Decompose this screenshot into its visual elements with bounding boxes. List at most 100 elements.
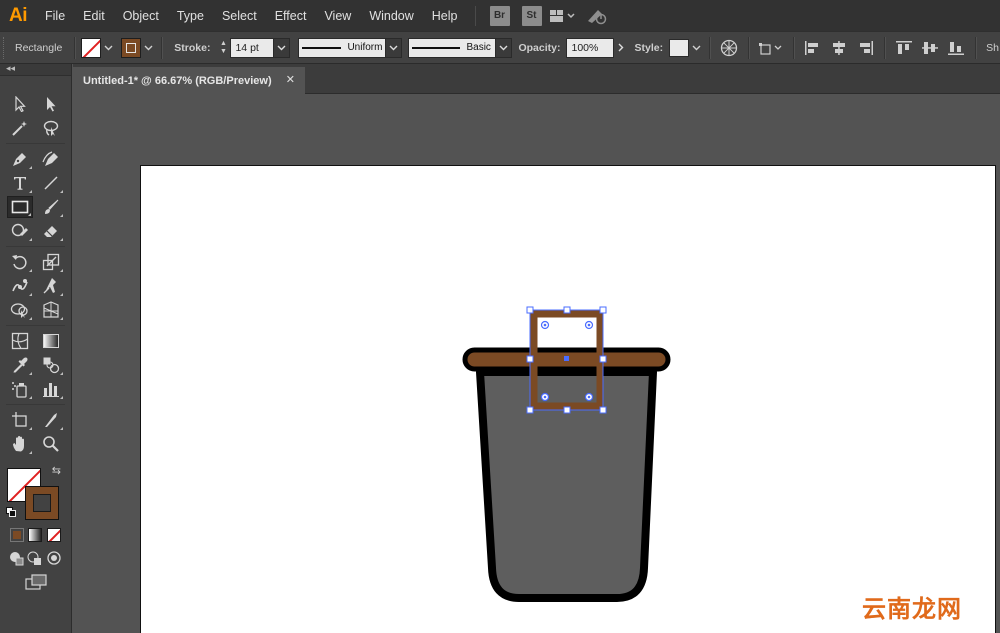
zoom-tool-icon[interactable] [38,433,64,455]
document-tab[interactable]: Untitled-1* @ 66.67% (RGB/Preview) ✕ [73,67,305,94]
slice-tool-icon[interactable] [38,409,64,431]
free-transform-tool-icon[interactable] [38,275,64,297]
style-label: Style: [634,41,664,54]
stock-button[interactable]: St [521,5,542,26]
stroke-weight-field[interactable]: 14 pt [230,37,275,58]
stroke-swatch[interactable] [121,37,142,58]
control-bar: Rectangle Stroke: ▲ ▼ 14 pt Uniform Basic… [0,31,1000,64]
fill-swatch[interactable] [81,37,102,58]
separator [793,36,795,59]
align-bottom-icon[interactable] [945,37,967,59]
shaper-tool-icon[interactable] [7,220,33,242]
selection-tool-icon[interactable] [7,93,33,115]
column-graph-tool-icon[interactable] [38,378,64,400]
screen-mode-icon[interactable] [24,574,48,590]
type-tool-icon[interactable] [7,172,33,194]
swap-fill-stroke-icon[interactable]: ⇆ [52,464,61,477]
align-top-icon[interactable] [893,37,915,59]
menu-help[interactable]: Help [423,0,467,31]
menu-view[interactable]: View [315,0,360,31]
rectangle-tool-icon[interactable] [7,196,34,218]
rotate-tool-icon[interactable] [7,251,33,273]
mesh-tool-icon[interactable] [7,330,33,352]
menu-window[interactable]: Window [360,0,422,31]
profile-label: Uniform [347,42,383,53]
menu-file[interactable]: File [36,0,74,31]
style-dropdown-arrow[interactable] [689,38,703,58]
gradient-tool-icon[interactable] [38,330,64,352]
canvas[interactable] [73,95,1000,633]
stroke-label[interactable]: Stroke: [174,42,210,54]
bridge-button[interactable]: Br [489,5,510,26]
app-logo: Ai [9,4,28,26]
separator [748,36,750,59]
default-fill-stroke-icon[interactable] [6,506,16,517]
menu-select[interactable]: Select [213,0,266,31]
menu-type[interactable]: Type [168,0,213,31]
shape-overflow-label[interactable]: Sh [986,42,999,54]
document-tab-bar: Untitled-1* @ 66.67% (RGB/Preview) ✕ [73,64,1000,94]
transform-object-icon[interactable] [757,37,785,59]
align-right-icon[interactable] [854,37,876,59]
color-mode-button[interactable] [10,528,25,542]
draw-inside-icon[interactable] [46,550,62,566]
lasso-tool-icon[interactable] [38,117,64,139]
collapse-panel-icon[interactable]: ◂◂ [6,63,15,74]
separator [884,36,886,59]
hand-tool-icon[interactable] [7,433,33,455]
align-horizontal-center-icon[interactable] [828,37,850,59]
opacity-arrow[interactable] [614,38,628,58]
stroke-color-box[interactable] [25,486,59,520]
panel-grip[interactable] [3,36,9,59]
draw-normal-icon[interactable] [9,550,25,566]
stroke-weight-spinner[interactable]: ▲ ▼ [216,38,230,58]
menu-bar: Ai File Edit Object Type Select Effect V… [0,0,1000,31]
magic-wand-tool-icon[interactable] [7,117,33,139]
direct-selection-tool-icon[interactable] [38,93,64,115]
eyedropper-tool-icon[interactable] [7,354,33,376]
tool-name-label: Rectangle [15,41,63,54]
gpu-performance-icon[interactable] [582,0,612,31]
center-point [564,356,569,361]
separator [975,36,977,59]
brush-dropdown[interactable] [496,37,513,58]
profile-dropdown[interactable] [386,37,403,58]
menu-edit[interactable]: Edit [74,0,114,31]
stroke-weight-dropdown[interactable] [274,37,291,58]
variable-width-profile[interactable]: Uniform [298,37,387,58]
scale-tool-icon[interactable] [38,251,64,273]
align-left-icon[interactable] [802,37,824,59]
align-vertical-center-icon[interactable] [919,37,941,59]
menu-object[interactable]: Object [114,0,168,31]
puppet-warp-tool-icon[interactable] [7,275,33,297]
tools-panel-header[interactable]: ◂◂ [0,63,71,76]
brush-label: Basic [466,42,491,53]
eraser-tool-icon[interactable] [38,220,64,242]
fill-dropdown-arrow[interactable] [101,38,115,58]
blend-tool-icon[interactable] [38,354,64,376]
workspace-switcher-icon[interactable] [548,0,578,31]
menu-effect[interactable]: Effect [266,0,316,31]
brush-definition[interactable]: Basic [408,37,497,58]
perspective-grid-tool-icon[interactable] [38,299,64,321]
artboard[interactable] [140,165,996,633]
curvature-tool-icon[interactable] [38,148,64,170]
stroke-dropdown-arrow[interactable] [141,38,155,58]
close-document-icon[interactable]: ✕ [286,73,295,86]
pen-tool-icon[interactable] [7,148,33,170]
symbol-sprayer-tool-icon[interactable] [7,378,33,400]
tools-panel: ◂◂ ⇆ [0,63,72,633]
artboard-tool-icon[interactable] [7,409,33,431]
fill-stroke-widget: ⇆ [0,460,71,524]
draw-behind-icon[interactable] [27,550,43,566]
recolor-artwork-icon[interactable] [718,37,740,59]
shape-builder-tool-icon[interactable] [7,299,33,321]
line-segment-tool-icon[interactable] [38,172,64,194]
paintbrush-tool-icon[interactable] [38,196,64,218]
graphic-style-swatch[interactable] [669,38,690,57]
document-tab-title: Untitled-1* @ 66.67% (RGB/Preview) [83,74,272,87]
opacity-label[interactable]: Opacity: [518,42,560,54]
none-mode-button[interactable] [46,528,61,542]
gradient-mode-button[interactable] [28,528,43,542]
opacity-field[interactable]: 100% [566,37,615,58]
